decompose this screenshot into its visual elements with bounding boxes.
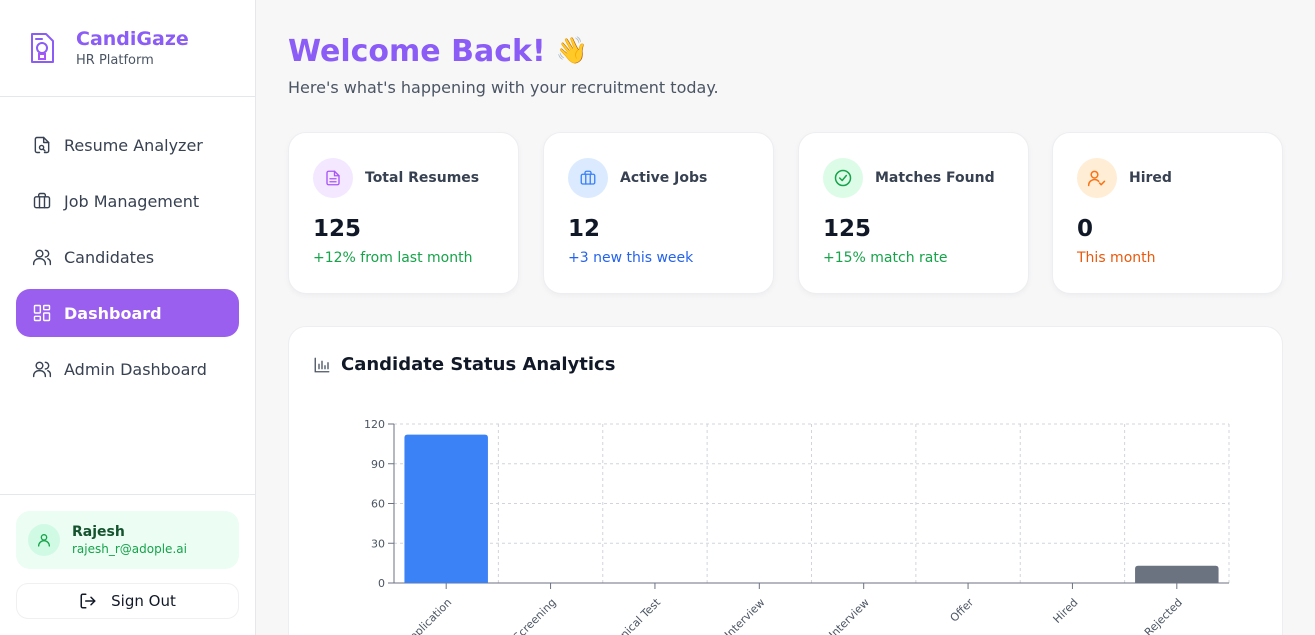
- x-tick-label: hnical Test: [613, 595, 664, 635]
- stat-value: 0: [1077, 216, 1094, 242]
- stat-card-hired: Hired 0 This month: [1052, 132, 1283, 294]
- document-icon: [313, 158, 353, 198]
- welcome-title: Welcome Back!: [288, 33, 546, 69]
- stat-label: Total Resumes: [365, 170, 480, 186]
- stat-card-active-jobs: Active Jobs 12 +3 new this week: [543, 132, 774, 294]
- sign-out-label: Sign Out: [111, 592, 176, 610]
- user-email: rajesh_r@adople.ai: [72, 542, 187, 556]
- y-tick-label: 30: [371, 537, 385, 550]
- sidebar-item-label: Job Management: [64, 191, 200, 211]
- status-bar-chart: 0 30 60 90 120 pplication Screening hnical Test…: [364, 418, 1230, 635]
- brand-subtitle: HR Platform: [76, 53, 154, 68]
- sidebar-item-label: Candidates: [64, 247, 155, 267]
- sidebar: CandiGaze HR Platform Resume Analyzer Jo…: [0, 0, 256, 635]
- sidebar-item-job-management[interactable]: Job Management: [16, 177, 239, 225]
- y-tick-label: 60: [371, 498, 385, 511]
- stat-label: Active Jobs: [620, 170, 708, 186]
- stat-note: +12% from last month: [313, 250, 473, 266]
- stat-note: +15% match rate: [823, 250, 948, 266]
- logout-icon: [80, 593, 96, 609]
- user-name: Rajesh: [72, 524, 125, 540]
- x-tick-label: Interview: [722, 596, 767, 635]
- stat-value: 125: [313, 216, 362, 242]
- sidebar-item-dashboard[interactable]: Dashboard: [16, 289, 239, 337]
- y-tick-label: 90: [371, 458, 385, 471]
- avatar: [28, 524, 60, 556]
- sign-out-button[interactable]: Sign Out: [16, 583, 239, 619]
- brand-name: CandiGaze: [76, 28, 189, 50]
- sidebar-item-admin-dashboard[interactable]: Admin Dashboard: [16, 345, 239, 393]
- sidebar-item-candidates[interactable]: Candidates: [16, 233, 239, 281]
- stat-label: Hired: [1129, 170, 1172, 186]
- x-tick-label: pplication: [407, 596, 454, 635]
- grid-icon: [33, 304, 51, 322]
- stat-label: Matches Found: [875, 170, 995, 186]
- x-tick-label: Rejected: [1142, 596, 1185, 635]
- stat-value: 12: [568, 216, 601, 242]
- user-icon: [38, 534, 50, 547]
- bar: [1135, 565, 1219, 583]
- x-tick-label: Hired: [1051, 596, 1081, 626]
- main-content: Welcome Back! 👋 Here's what's happening …: [288, 0, 1283, 635]
- sidebar-item-label: Resume Analyzer: [64, 135, 203, 155]
- user-card: Rajesh rajesh_r@adople.ai: [16, 511, 239, 569]
- stat-card-total-resumes: Total Resumes 125 +12% from last month: [288, 132, 519, 294]
- x-tick-label: Offer: [948, 596, 977, 625]
- users-icon: [32, 249, 52, 266]
- stat-card-matches-found: Matches Found 125 +15% match rate: [798, 132, 1029, 294]
- brand-logo-icon: [31, 33, 54, 63]
- bar: [404, 434, 488, 583]
- sidebar-footer: Rajesh rajesh_r@adople.ai Sign Out: [0, 494, 255, 635]
- sidebar-nav: Resume Analyzer Job Management Candidate…: [0, 97, 255, 393]
- y-tick-label: 120: [364, 418, 385, 431]
- x-tick-label: Screening: [511, 596, 559, 635]
- x-tick-label: l Interview: [822, 596, 872, 635]
- sidebar-item-label: Dashboard: [64, 303, 162, 323]
- file-search-icon: [34, 136, 50, 154]
- sidebar-item-resume-analyzer[interactable]: Resume Analyzer: [16, 121, 239, 169]
- briefcase-icon: [33, 192, 51, 209]
- waving-hand-icon: 👋: [555, 36, 588, 66]
- page-title: Welcome Back! 👋: [288, 33, 1283, 69]
- stat-note: This month: [1077, 250, 1156, 266]
- check-circle-icon: [823, 158, 863, 198]
- y-tick-label: 0: [378, 577, 385, 590]
- stats-row: Total Resumes 125 +12% from last month A…: [288, 132, 1283, 294]
- user-check-icon: [1077, 158, 1117, 198]
- analytics-card: Candidate Status Analytics 0 30 60 90 120 ppl…: [288, 326, 1283, 635]
- stat-note: +3 new this week: [568, 250, 694, 266]
- stat-value: 125: [823, 216, 872, 242]
- sidebar-item-label: Admin Dashboard: [64, 359, 207, 379]
- page-subtitle: Here's what's happening with your recrui…: [288, 78, 719, 97]
- users-icon: [32, 361, 52, 378]
- brand: CandiGaze HR Platform: [0, 0, 255, 97]
- briefcase-icon: [568, 158, 608, 198]
